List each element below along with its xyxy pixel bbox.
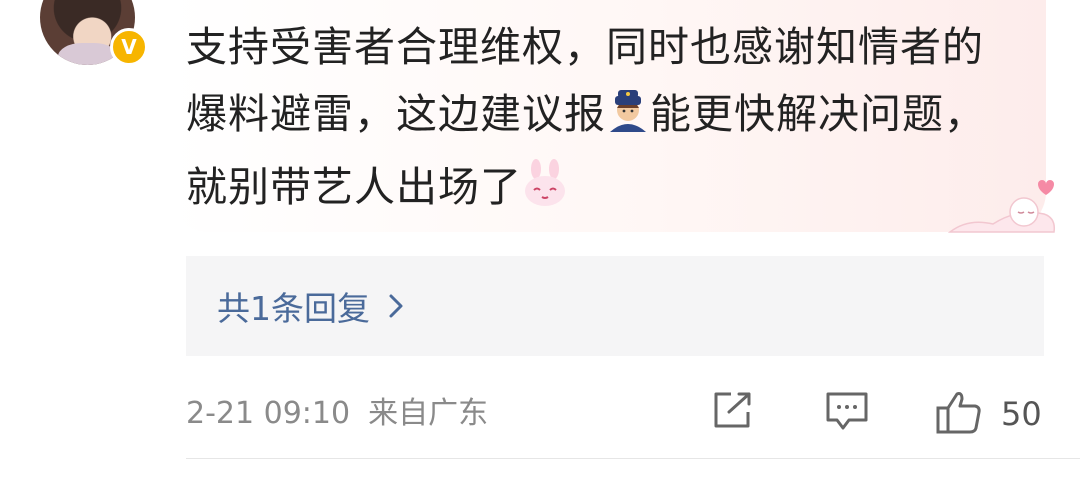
- avatar-wrap[interactable]: V: [40, 0, 148, 66]
- avatar-shoulder: [58, 43, 118, 65]
- chevron-right-icon: [388, 293, 404, 319]
- like-button[interactable]: 50: [935, 390, 1042, 438]
- share-button[interactable]: [711, 390, 755, 434]
- replies-panel[interactable]: 共1条回复: [186, 256, 1044, 356]
- replies-count-label: 共1条回复: [217, 289, 370, 328]
- comment-text: 支持受害者合理维权，同时也感谢知情者的爆料避雷，这边建议报 能更快解决问题，就别…: [186, 14, 1016, 227]
- like-count: 50: [1001, 395, 1042, 433]
- divider: [186, 458, 1080, 459]
- comment-time: 2-21 09:10: [186, 396, 351, 431]
- verified-badge-icon: V: [110, 28, 148, 66]
- view-replies-link[interactable]: 共1条回复: [217, 282, 404, 330]
- comment-button[interactable]: [825, 390, 869, 436]
- comment-icon: [825, 390, 869, 436]
- thumbs-up-icon: [935, 390, 983, 438]
- share-icon: [711, 390, 755, 434]
- comment-location: 来自广东: [368, 396, 489, 431]
- police-officer-emoji-icon: [606, 86, 650, 154]
- sleeping-cat-decoration-icon: [947, 178, 1058, 238]
- bunny-smile-emoji-icon: [522, 159, 568, 227]
- comment-meta: 2-21 09:10 来自广东: [186, 388, 488, 432]
